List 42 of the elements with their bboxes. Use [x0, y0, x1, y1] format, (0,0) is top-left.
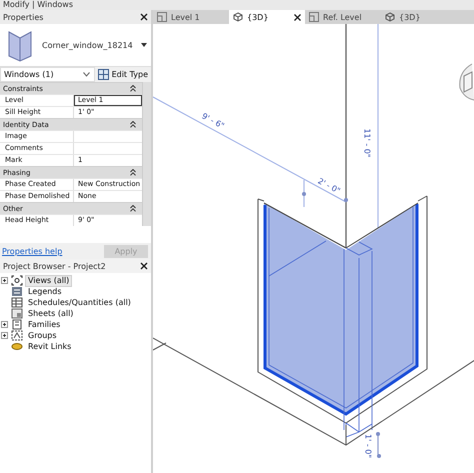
scrollbar[interactable] [142, 82, 151, 226]
expand-icon[interactable] [1, 332, 8, 339]
cube-icon [233, 12, 243, 22]
link-icon [11, 341, 23, 352]
view-tab[interactable]: Level 1 [153, 10, 229, 24]
family-icon [11, 319, 23, 330]
close-icon[interactable] [140, 262, 148, 270]
expand-icon[interactable] [1, 321, 8, 328]
sheet-icon [11, 308, 23, 319]
tree-item[interactable]: Families [25, 318, 64, 330]
view-tab[interactable]: {3D} [381, 10, 474, 24]
floor-plan-icon [309, 12, 319, 22]
caret-icon [141, 43, 147, 47]
expand-icon[interactable] [1, 277, 8, 284]
tree-item[interactable]: Schedules/Quantities (all) [25, 296, 134, 308]
close-icon[interactable] [294, 14, 301, 20]
floor-plan-icon [157, 12, 167, 22]
dimension-label: 9' - 6" [200, 111, 226, 131]
tree-item[interactable]: Views (all) [25, 274, 72, 286]
dimension-label: 1' - 0" [364, 434, 372, 458]
grid-icon [98, 69, 109, 80]
chevron-icon [82, 72, 90, 77]
panel-title: Properties [3, 12, 44, 22]
legend-icon [11, 286, 23, 297]
filter-dropdown[interactable]: Windows (1) [0, 67, 95, 82]
tree-item[interactable]: Revit Links [25, 340, 74, 352]
tree-item[interactable]: Sheets (all) [25, 308, 76, 320]
properties-help-link[interactable]: Properties help [2, 246, 62, 256]
table-icon [11, 297, 23, 308]
group-icon [11, 330, 23, 341]
panel-title: Project Browser - Project2 [3, 262, 106, 270]
type-selector[interactable]: Corner_window_18214 [0, 24, 151, 66]
dimension-label: 11' - 0" [362, 128, 372, 158]
ribbon-context-label: Modify | Windows [0, 0, 474, 10]
close-icon[interactable] [140, 13, 148, 21]
tree-item[interactable]: Legends [25, 286, 65, 298]
tree-item[interactable]: Groups [25, 330, 60, 342]
cube-icon [385, 12, 395, 22]
viewfinder-icon [11, 275, 23, 286]
dimension-label: 2' - 0" [316, 176, 342, 196]
view-tab[interactable]: {3D} [229, 10, 305, 24]
view-tab[interactable]: Ref. Level [305, 10, 381, 24]
